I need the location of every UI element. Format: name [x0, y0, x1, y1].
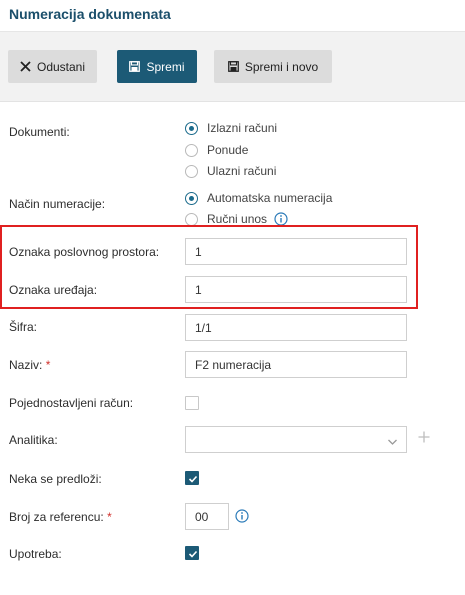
info-icon[interactable] — [274, 212, 288, 226]
save-button-label: Spremi — [146, 59, 185, 74]
chevron-down-icon — [387, 435, 398, 449]
page-title: Numeracija dokumenata — [9, 6, 171, 22]
radio-label: Ručni unos — [207, 212, 268, 226]
radio-label: Automatska numeracija — [207, 191, 333, 205]
name-label: Naziv: * — [9, 358, 50, 372]
dont-propose-checkbox[interactable] — [185, 471, 199, 485]
radio-ulazni-racuni[interactable]: Ulazni računi — [185, 163, 276, 179]
save-and-new-button-label: Spremi i novo — [244, 59, 319, 74]
radio-button[interactable] — [185, 212, 198, 226]
radio-label: Ponude — [207, 143, 249, 157]
documents-label: Dokumenti: — [9, 125, 70, 139]
dont-propose-label: Neka se predloži: — [9, 472, 102, 486]
business-premises-field[interactable]: 1 — [185, 238, 407, 265]
reference-number-label: Broj za referencu: * — [9, 510, 112, 524]
name-field[interactable]: F2 numeracija — [185, 351, 407, 378]
radio-automatska-numeracija[interactable]: Automatska numeracija — [185, 190, 332, 206]
required-mark: * — [107, 510, 112, 524]
page-header: Numeracija dokumenata — [0, 0, 465, 32]
save-and-new-button[interactable]: Spremi i novo — [214, 50, 332, 83]
radio-button-selected[interactable] — [185, 121, 198, 135]
radio-izlazni-racuni[interactable]: Izlazni računi — [185, 120, 277, 136]
numbering-method-label: Način numeracije: — [9, 197, 106, 211]
reference-number-label-text: Broj za referencu: — [9, 510, 104, 524]
add-icon[interactable] — [418, 431, 430, 446]
radio-label: Ulazni računi — [207, 164, 277, 178]
radio-button[interactable] — [185, 164, 198, 178]
usage-label: Upotreba: — [9, 547, 62, 561]
floppy-disk-icon — [129, 61, 141, 72]
radio-label: Izlazni računi — [207, 121, 278, 135]
toolbar: Odustani Spremi Spremi i novo — [0, 32, 465, 102]
radio-button-selected[interactable] — [185, 191, 198, 205]
save-button[interactable]: Spremi — [117, 50, 197, 83]
name-label-text: Naziv: — [9, 358, 43, 372]
business-premises-label: Oznaka poslovnog prostora: — [9, 245, 160, 259]
usage-checkbox[interactable] — [185, 546, 199, 560]
radio-ponude[interactable]: Ponude — [185, 142, 248, 158]
simplified-invoice-label: Pojednostavljeni račun: — [9, 396, 134, 410]
device-field[interactable]: 1 — [185, 276, 407, 303]
close-icon — [20, 61, 31, 72]
required-mark: * — [45, 358, 51, 372]
cancel-button-label: Odustani — [36, 59, 86, 74]
analytics-select[interactable] — [185, 426, 407, 453]
reference-number-field[interactable]: 00 — [185, 503, 229, 530]
code-field[interactable]: 1/1 — [185, 314, 407, 341]
device-label: Oznaka uređaja: — [9, 283, 98, 297]
analytics-label: Analitika: — [9, 433, 58, 447]
floppy-disk-icon — [227, 61, 239, 72]
info-icon[interactable] — [235, 509, 249, 526]
code-label: Šifra: — [9, 320, 38, 334]
simplified-invoice-checkbox[interactable] — [185, 396, 199, 410]
cancel-button[interactable]: Odustani — [8, 50, 97, 83]
radio-button[interactable] — [185, 143, 198, 157]
